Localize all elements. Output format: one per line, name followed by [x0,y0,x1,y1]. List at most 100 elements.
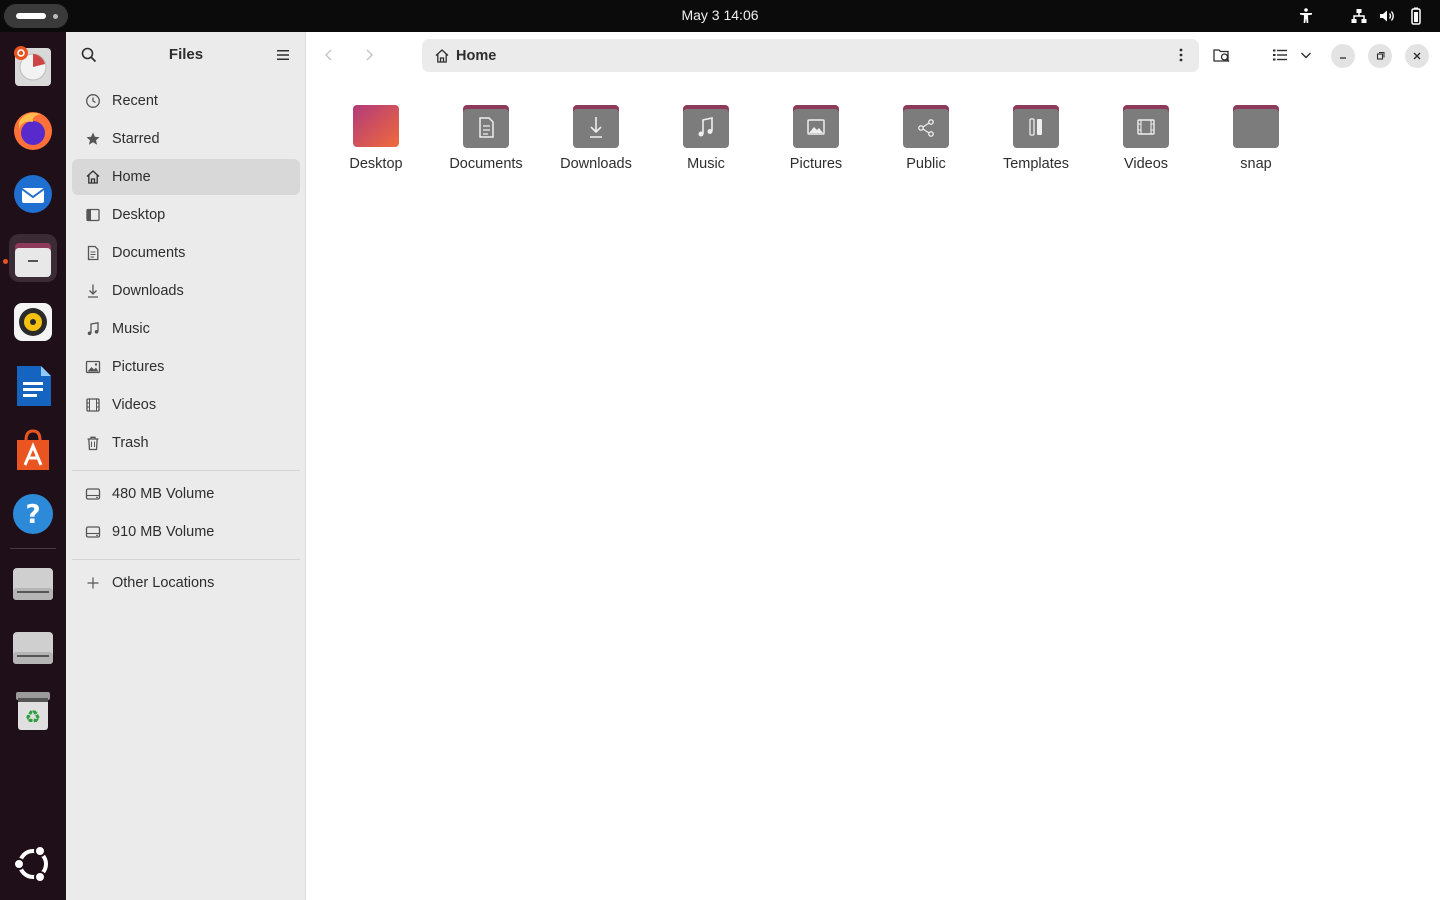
search-button[interactable] [74,40,104,70]
folder-item-documents[interactable]: Documents [438,104,534,184]
workspace-indicator-dot [53,14,58,19]
sidebar-item-label: Other Locations [112,575,215,591]
drive-icon [84,523,102,541]
music-icon [84,320,102,338]
folder-item-pictures[interactable]: Pictures [768,104,864,184]
videos-folder-icon [1123,105,1169,148]
back-button[interactable] [314,40,344,70]
firefox-launcher[interactable] [9,106,57,154]
accessibility-icon[interactable] [1296,6,1316,26]
drive-icon [84,485,102,503]
drive-launcher-2[interactable] [9,622,57,670]
maximize-button[interactable] [1368,44,1392,68]
firefox-icon [14,112,52,150]
sidebar-item-label: Downloads [112,283,184,299]
picture-icon [84,358,102,376]
volume-icon[interactable] [1377,6,1397,26]
chevron-left-icon [325,49,332,61]
vertical-dots-icon [1179,48,1183,62]
folder-label: snap [1240,156,1272,172]
folder-item-downloads[interactable]: Downloads [548,104,644,184]
sidebar-separator [72,470,300,471]
date-time-clock[interactable]: May 3 14:06 [681,7,758,23]
sidebar-item-label: Documents [112,245,186,261]
drive-icon [13,632,53,664]
sidebar-item-volume-910mb[interactable]: 910 MB Volume [72,514,300,550]
sidebar-item-music[interactable]: Music [72,311,300,347]
minimize-button[interactable] [1331,44,1355,68]
battery-icon[interactable] [1406,6,1426,26]
sidebar-separator [72,559,300,560]
folder-item-videos[interactable]: Videos [1098,104,1194,184]
home-icon [434,48,450,64]
close-button[interactable] [1405,44,1429,68]
folder-item-music[interactable]: Music [658,104,754,184]
sidebar-item-videos[interactable]: Videos [72,387,300,423]
folder-item-desktop[interactable]: Desktop [328,104,424,184]
sidebar-item-desktop[interactable]: Desktop [72,197,300,233]
running-indicator [3,259,8,264]
clock-icon [84,92,102,110]
folder-item-public[interactable]: Public [878,104,974,184]
sidebar-item-downloads[interactable]: Downloads [72,273,300,309]
path-menu-button[interactable] [1167,41,1195,69]
documents-folder-icon [463,105,509,148]
folder-icon [1233,105,1279,148]
search-files-button[interactable] [1207,40,1237,70]
templates-folder-icon [1013,105,1059,148]
rhythmbox-icon [14,303,52,341]
public-folder-icon [903,105,949,148]
sidebar-item-home[interactable]: Home [72,159,300,195]
forward-button[interactable] [354,40,384,70]
files-launcher[interactable] [9,234,57,282]
sidebar-header: Files [66,32,306,78]
trash-icon [84,434,102,452]
app-center-launcher[interactable] [9,426,57,474]
rhythmbox-launcher[interactable] [9,298,57,346]
drive-icon [13,568,53,600]
main-menu-button[interactable] [268,40,298,70]
pictures-folder-icon [793,105,839,148]
disk-usage-analyzer-launcher[interactable] [9,42,57,90]
sidebar-item-label: Videos [112,397,157,413]
trash-launcher[interactable]: ♻ [9,686,57,734]
sidebar-item-label: 480 MB Volume [112,486,215,502]
folder-label: Desktop [349,156,403,172]
view-options-button[interactable] [1293,40,1319,70]
app-title: Files [168,46,204,63]
video-icon [84,396,102,414]
desktop-icon [84,206,102,224]
drive-launcher[interactable] [9,558,57,606]
thunderbird-launcher[interactable] [9,170,57,218]
sidebar-item-pictures[interactable]: Pictures [72,349,300,385]
dock-separator [10,548,56,549]
sidebar-item-recent[interactable]: Recent [72,83,300,119]
folder-item-templates[interactable]: Templates [988,104,1084,184]
star-icon [84,130,102,148]
document-icon [84,244,102,262]
path-bar[interactable]: Home [422,39,1199,72]
desktop-folder-icon [353,105,399,147]
show-apps-button[interactable] [9,840,57,888]
plus-icon [84,574,102,592]
restore-icon [1376,52,1385,60]
downloads-folder-icon [573,105,619,148]
sidebar-item-trash[interactable]: Trash [72,425,300,461]
view-mode-button[interactable] [1265,40,1295,70]
libreoffice-writer-launcher[interactable] [9,362,57,410]
path-current-folder[interactable]: Home [456,48,496,64]
help-icon: ? [13,494,53,534]
chevron-down-icon [1301,52,1311,59]
sidebar-item-documents[interactable]: Documents [72,235,300,271]
folder-label: Public [906,156,946,172]
hamburger-menu-icon [277,50,289,60]
sidebar-item-volume-480mb[interactable]: 480 MB Volume [72,476,300,512]
folder-label: Downloads [560,156,632,172]
activities-button[interactable] [4,4,68,28]
help-launcher[interactable]: ? [9,490,57,538]
list-view-icon [1273,49,1287,61]
sidebar-item-starred[interactable]: Starred [72,121,300,157]
folder-item-snap[interactable]: snap [1208,104,1304,184]
sidebar-item-other-locations[interactable]: Other Locations [72,565,300,601]
network-icon[interactable] [1349,6,1369,26]
